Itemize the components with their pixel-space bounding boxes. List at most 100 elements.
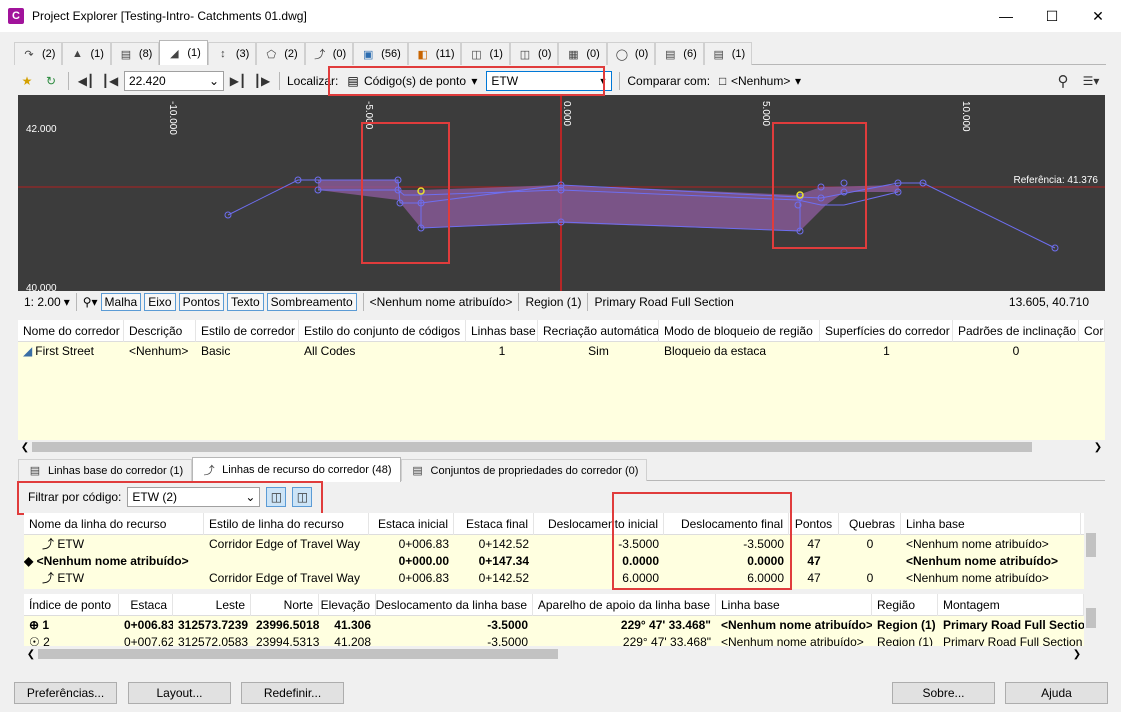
column-header[interactable]: Elevação: [319, 594, 376, 616]
section-viewport[interactable]: 42.000 40.000 -10.000 -5.000 0.000 5.000…: [18, 95, 1105, 291]
view-options-icon[interactable]: ☰▾: [1077, 71, 1105, 91]
column-header[interactable]: Índice de ponto: [24, 594, 119, 616]
tab-feature-lines-corridor[interactable]: ⤴ Linhas de recurso do corredor (48): [192, 457, 401, 482]
last-station-icon[interactable]: ┃▶: [252, 71, 272, 91]
tab-catchments[interactable]: ◯ (0): [606, 42, 656, 65]
status-region: Region (1): [525, 295, 582, 309]
highlight-right-etw: [772, 122, 867, 249]
column-header[interactable]: Modo de bloqueio de região: [659, 320, 820, 342]
window-title: Project Explorer [Testing-Intro- Catchme…: [32, 9, 307, 23]
column-header[interactable]: Estilo do conjunto de códigos: [299, 320, 466, 342]
corridor-grid-header: Nome do corredor Descrição Estilo de cor…: [18, 320, 1105, 342]
tab-pressure-networks[interactable]: ◫ (0): [509, 42, 559, 65]
tab-profile-views[interactable]: ▤ (8): [110, 42, 160, 65]
toggle-shading[interactable]: Sombreamento: [266, 293, 357, 311]
column-header[interactable]: Linhas base: [466, 320, 538, 342]
close-button[interactable]: ✕: [1075, 0, 1121, 32]
column-header[interactable]: Cor: [1079, 320, 1105, 342]
tab-alignments[interactable]: ↷ (2): [14, 42, 63, 65]
preferences-button[interactable]: Preferências...: [14, 682, 117, 704]
column-header[interactable]: Região: [872, 594, 938, 616]
scroll-right-icon[interactable]: ❯: [1070, 649, 1084, 660]
column-header[interactable]: Padrões de inclinação: [953, 320, 1079, 342]
tab-reports[interactable]: ▤ (1): [703, 42, 753, 65]
scroll-thumb[interactable]: [38, 649, 558, 659]
zoom-search-icon[interactable]: ⚲: [1053, 71, 1073, 91]
statusbar-separator: [362, 293, 364, 311]
reset-button[interactable]: Redefinir...: [241, 682, 344, 704]
tab-baselines[interactable]: ▤ Linhas base do corredor (1): [18, 459, 193, 481]
refresh-icon[interactable]: ↻: [41, 71, 61, 91]
maximize-button[interactable]: ☐: [1029, 0, 1075, 32]
scroll-thumb[interactable]: [1086, 533, 1096, 557]
tab-corridors[interactable]: ◢ (1): [159, 40, 208, 65]
column-header[interactable]: Estaca: [119, 594, 173, 616]
corridor-row[interactable]: ◢ First Street <Nenhum> Basic All Codes 1…: [18, 342, 1105, 359]
tab-intersections[interactable]: ▦ (0): [558, 42, 607, 65]
point-grid-hscroll[interactable]: ❮ ❯: [24, 647, 1084, 661]
compare-select[interactable]: □ <Nenhum> ▾: [714, 71, 806, 91]
tab-points[interactable]: ▣ (56): [353, 42, 408, 65]
column-header[interactable]: Linha base: [716, 594, 872, 616]
column-header[interactable]: Leste: [173, 594, 251, 616]
feature-grid-vscroll[interactable]: [1084, 513, 1098, 589]
column-header[interactable]: Estaca final: [454, 513, 534, 535]
about-button[interactable]: Sobre...: [892, 682, 995, 704]
column-header[interactable]: Recriação automática: [538, 320, 659, 342]
toggle-axis[interactable]: Eixo: [144, 293, 176, 311]
column-header[interactable]: Descrição: [124, 320, 196, 342]
tab-profiles[interactable]: ▲ (1): [62, 42, 111, 65]
scroll-left-icon[interactable]: ❮: [18, 442, 32, 453]
column-header[interactable]: Estilo de linha do recurso: [204, 513, 369, 535]
feature-line-row[interactable]: ◆ <Nenhum nome atribuído> 0+000.00 0+147…: [24, 552, 1084, 569]
column-header[interactable]: Deslocamento da linha base: [376, 594, 533, 616]
column-header[interactable]: Superfícies do corredor: [820, 320, 953, 342]
tab-feature-lines[interactable]: ⤴ (0): [304, 42, 354, 65]
column-header[interactable]: Estilo de corredor: [196, 320, 299, 342]
column-header[interactable]: Estaca inicial: [369, 513, 454, 535]
column-header[interactable]: Linha base: [901, 513, 1081, 535]
tab-pipe-networks[interactable]: ◫ (1): [461, 42, 510, 65]
scroll-right-icon[interactable]: ❯: [1091, 442, 1105, 453]
toggle-text[interactable]: Texto: [226, 293, 264, 311]
scale-select[interactable]: 1: 2.00: [24, 295, 61, 309]
catchment-icon: ◯: [615, 48, 628, 61]
feature-line-row[interactable]: ⤴ ETW Corridor Edge of Travel Way 0+006.…: [24, 535, 1084, 552]
point-row[interactable]: ☉ 2 0+007.62 312572.0583 23994.5313 41.2…: [24, 633, 1084, 647]
expand-collapse-icon[interactable]: ◆: [24, 554, 33, 568]
zoom-icon[interactable]: ⚲▾: [83, 295, 98, 309]
tab-tables[interactable]: ▤ (6): [655, 42, 704, 65]
minimize-button[interactable]: —: [983, 0, 1029, 32]
column-header[interactable]: Nome do corredor: [18, 320, 124, 342]
column-header[interactable]: Nome da linha do recurso: [24, 513, 204, 535]
next-station-icon[interactable]: ▶┃: [228, 71, 248, 91]
tab-property-sets[interactable]: ▤ Conjuntos de propriedades do corredor (…: [400, 459, 648, 481]
corridor-grid-hscroll[interactable]: ❮ ❯: [18, 440, 1105, 454]
toolbar-separator: [279, 72, 280, 90]
layout-button[interactable]: Layout...: [128, 682, 231, 704]
tab-parcels[interactable]: ◧ (11): [407, 42, 462, 65]
column-header[interactable]: Aparelho de apoio da linha base: [533, 594, 716, 616]
first-station-icon[interactable]: ◀┃: [76, 71, 96, 91]
cell: 0+142.52: [478, 536, 529, 551]
scroll-thumb[interactable]: [32, 442, 1032, 452]
station-combo[interactable]: 22.420 ⌄: [124, 71, 224, 91]
column-header[interactable]: Quebras: [839, 513, 901, 535]
toggle-grid[interactable]: Malha: [100, 293, 142, 311]
caret-down-icon[interactable]: ▾: [64, 295, 70, 309]
feature-line-row[interactable]: ⤴ ETW Corridor Edge of Travel Way 0+006.…: [24, 569, 1084, 586]
column-header[interactable]: Pontos: [789, 513, 839, 535]
point-row[interactable]: ⊕ 1 0+006.83 312573.7239 23996.5018 41.3…: [24, 616, 1084, 633]
previous-station-icon[interactable]: ┃◀: [100, 71, 120, 91]
help-button[interactable]: Ajuda: [1005, 682, 1108, 704]
point-grid-vscroll[interactable]: [1084, 594, 1098, 646]
tab-sample-lines[interactable]: ↕ (3): [207, 42, 257, 65]
cell: 0+006.83: [124, 617, 173, 632]
scroll-left-icon[interactable]: ❮: [24, 649, 38, 660]
new-star-icon[interactable]: ★: [17, 71, 37, 91]
scroll-thumb[interactable]: [1086, 608, 1096, 628]
column-header[interactable]: Norte: [251, 594, 319, 616]
column-header[interactable]: Montagem: [938, 594, 1084, 616]
tab-surfaces[interactable]: ⬠ (2): [256, 42, 305, 65]
toggle-points[interactable]: Pontos: [178, 293, 224, 311]
